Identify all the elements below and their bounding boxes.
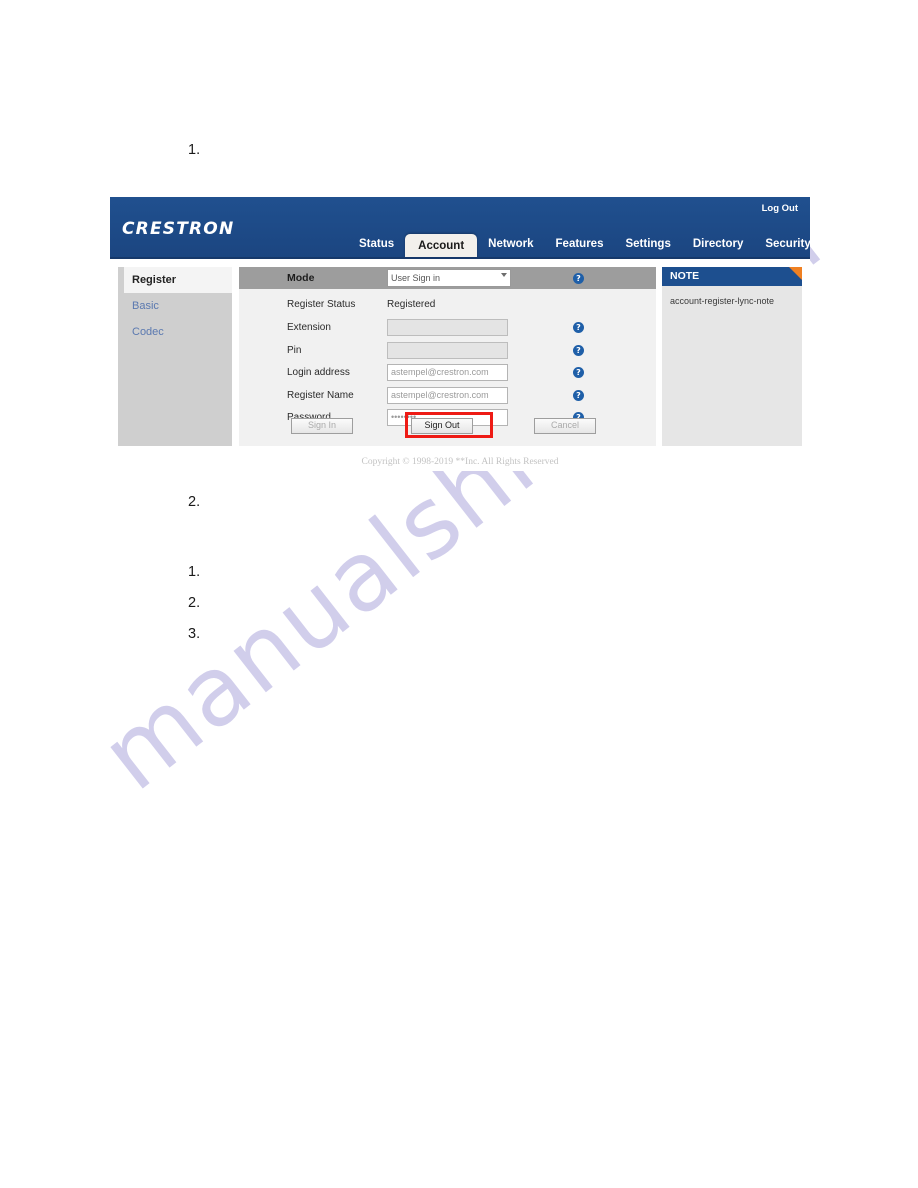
list-marker: 3. — [188, 626, 201, 642]
chevron-down-icon — [501, 273, 507, 277]
extension-input[interactable] — [387, 319, 508, 337]
crestron-logo: CRESTRON — [122, 219, 235, 239]
page-watermark: manualshive.com — [0, 0, 918, 1188]
login-address-input[interactable]: astempel@crestron.com — [387, 364, 508, 382]
extension-label: Extension — [287, 322, 331, 334]
note-panel: NOTE account-register-lync-note — [662, 267, 802, 446]
sign-out-button[interactable]: Sign Out — [411, 418, 473, 434]
sign-in-button[interactable]: Sign In — [291, 418, 353, 434]
tab-security[interactable]: Security — [754, 238, 810, 259]
tab-status[interactable]: Status — [348, 238, 405, 259]
embedded-screenshot: CRESTRON Log Out Status Account Network … — [110, 197, 810, 471]
mode-select-value: User Sign in — [391, 273, 441, 283]
help-icon[interactable]: ? — [573, 322, 584, 334]
list-marker: 2. — [188, 494, 201, 510]
register-name-label: Register Name — [287, 389, 354, 401]
register-status-row: Register Status Registered — [239, 294, 656, 315]
copyright-text: Copyright © 1998-2019 **Inc. All Rights … — [361, 457, 559, 467]
tab-directory[interactable]: Directory — [682, 238, 755, 259]
sidebar: Register Basic Codec — [118, 267, 232, 446]
logout-link[interactable]: Log Out — [762, 203, 798, 214]
pin-row: Pin ? — [239, 340, 656, 361]
tab-account[interactable]: Account — [405, 234, 478, 259]
login-address-row: Login address astempel@crestron.com ? — [239, 363, 656, 384]
sidebar-item-codec[interactable]: Codec — [118, 319, 232, 345]
app-header: CRESTRON Log Out Status Account Network … — [110, 197, 810, 259]
cancel-button[interactable]: Cancel — [534, 418, 596, 434]
mode-row: Mode User Sign in ? — [239, 267, 656, 289]
pin-input[interactable] — [387, 341, 508, 359]
register-name-row: Register Name astempel@crestron.com ? — [239, 385, 656, 406]
note-title: NOTE — [670, 270, 700, 282]
extension-row: Extension ? — [239, 318, 656, 339]
main-tabs: Status Account Network Features Settings… — [348, 234, 810, 259]
mode-select[interactable]: User Sign in — [387, 269, 511, 287]
tab-network[interactable]: Network — [477, 238, 544, 259]
mode-label: Mode — [287, 272, 315, 284]
tab-features[interactable]: Features — [545, 238, 615, 259]
corner-fold-icon — [789, 267, 802, 280]
note-header: NOTE — [662, 267, 802, 286]
register-status-value: Registered — [387, 298, 436, 310]
tab-settings[interactable]: Settings — [614, 238, 681, 259]
note-body: account-register-lync-note — [670, 296, 775, 306]
help-icon[interactable]: ? — [573, 272, 584, 284]
list-marker: 2. — [188, 595, 201, 611]
app-body: Register Basic Codec Mode User Sign in ?… — [110, 259, 810, 454]
list-marker: 1. — [188, 564, 201, 580]
form-button-row: Sign In Sign Out Cancel — [239, 418, 656, 434]
help-icon[interactable]: ? — [573, 367, 584, 379]
list-marker: 1. — [188, 142, 201, 158]
sidebar-item-register[interactable]: Register — [124, 267, 232, 293]
pin-label: Pin — [287, 344, 302, 356]
register-name-input[interactable]: astempel@crestron.com — [387, 386, 508, 404]
help-icon[interactable]: ? — [573, 389, 584, 401]
register-status-label: Register Status — [287, 298, 356, 310]
login-address-label: Login address — [287, 367, 350, 379]
register-form: Mode User Sign in ? Register Status Regi… — [239, 267, 656, 446]
sidebar-item-basic[interactable]: Basic — [118, 293, 232, 319]
help-icon[interactable]: ? — [573, 344, 584, 356]
